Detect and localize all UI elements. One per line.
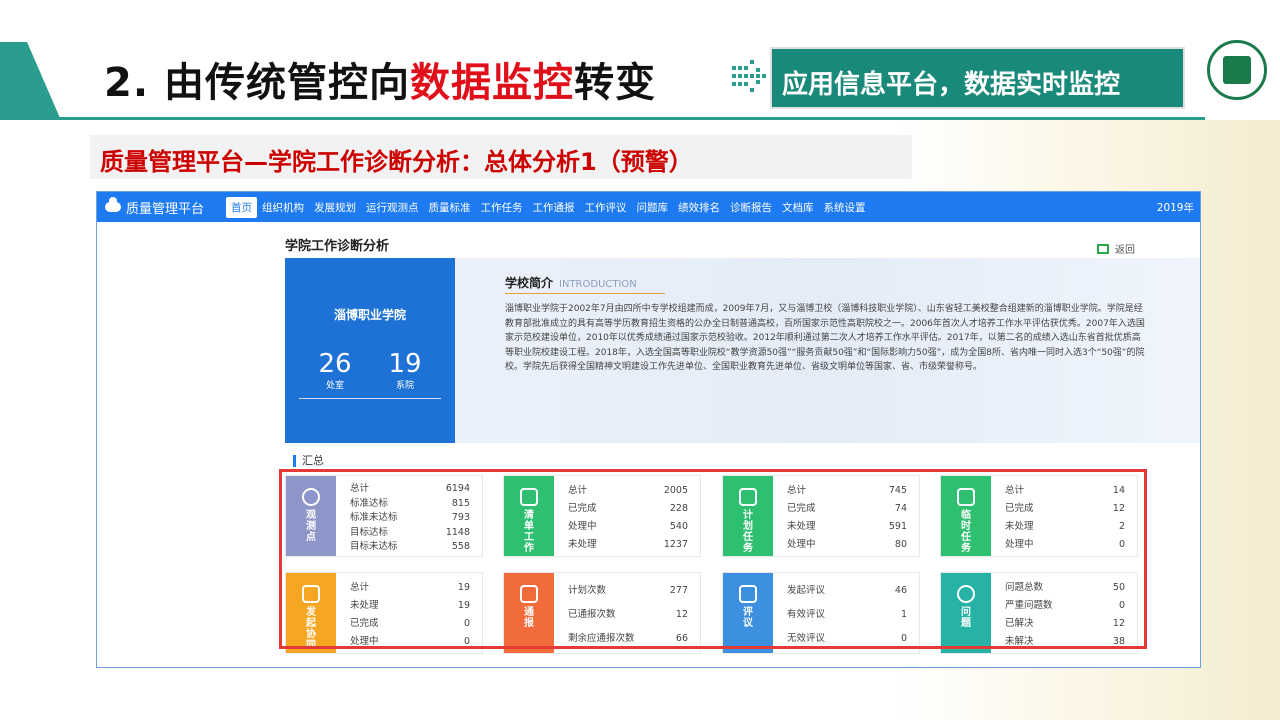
school-card: 淄博职业学院 26 处室 19 系院 [285,258,455,443]
nav-item-home[interactable]: 首页 [226,196,258,218]
nav-item-notices[interactable]: 工作通报 [528,197,580,218]
stat-label: 处室 [325,381,344,391]
dotted-arrow-icon [732,60,766,92]
intro-text: 淄博职业学院于2002年7月由四所中专学校组建而成，2009年7月，又与淄博卫校… [505,304,1145,372]
top-navbar: 质量管理平台 首页 组织机构 发展规划 运行观测点 质量标准 工作任务 工作通报… [97,192,1200,222]
nav-item-reports[interactable]: 诊断报告 [725,197,777,218]
stat-faculties: 19 系院 [375,350,435,391]
brand[interactable]: 质量管理平台 [105,197,205,217]
stat-value: 19 [388,349,422,379]
nav-item-documents[interactable]: 文档库 [777,197,819,218]
slide-subtitle: 质量管理平台—学院工作诊断分析：总体分析1（预警） [90,135,912,179]
nav-item-issues[interactable]: 问题库 [632,197,674,218]
nav-item-tasks[interactable]: 工作任务 [476,197,528,218]
title-suffix: 转变 [573,60,656,106]
main-content: 学院工作诊断分析 返回 淄博职业学院 26 处室 19 系院 学校简介 INTRO… [97,222,1200,667]
intro-title: 学校简介 [505,276,554,290]
nav-item-settings[interactable]: 系统设置 [819,197,871,218]
school-logo [1207,40,1267,100]
stat-departments: 26 处室 [305,350,365,391]
year-label[interactable]: 2019年 [1157,200,1194,215]
nav-item-ranking[interactable]: 绩效排名 [673,197,725,218]
intro-title-en: INTRODUCTION [559,279,637,290]
intro-underline [505,293,665,294]
stat-value: 26 [318,349,352,379]
title-highlight: 数据监控 [409,60,574,106]
title-prefix: 2. 由传统管控向 [104,60,410,106]
school-intro-panel: 淄博职业学院 26 处室 19 系院 学校简介 INTRODUCTION 淄博职业… [285,258,1200,443]
app-screenshot: 质量管理平台 首页 组织机构 发展规划 运行观测点 质量标准 工作任务 工作通报… [96,191,1201,668]
cloud-icon [105,197,121,212]
nav-item-observation[interactable]: 运行观测点 [361,197,424,218]
back-button[interactable]: 返回 [1097,241,1135,256]
intro-heading: 学校简介 INTRODUCTION [505,274,637,291]
brand-label: 质量管理平台 [126,201,205,217]
summary-title: 汇总 [293,455,324,467]
stat-label: 系院 [395,381,414,391]
page-title: 学院工作诊断分析 [285,239,390,254]
back-icon [1097,243,1109,254]
nav-item-standards[interactable]: 质量标准 [424,197,476,218]
header-divider [0,117,1205,120]
nav-item-reviews[interactable]: 工作评议 [580,197,632,218]
slide-title: 2. 由传统管控向数据监控转变 [104,50,656,108]
divider [299,398,441,399]
highlight-frame [279,469,1147,649]
nav-item-organization[interactable]: 组织机构 [257,197,309,218]
slide-banner: 应用信息平台，数据实时监控 [770,47,1185,109]
back-label: 返回 [1115,245,1135,256]
nav-item-planning[interactable]: 发展规划 [309,197,361,218]
school-name: 淄博职业学院 [333,308,406,322]
